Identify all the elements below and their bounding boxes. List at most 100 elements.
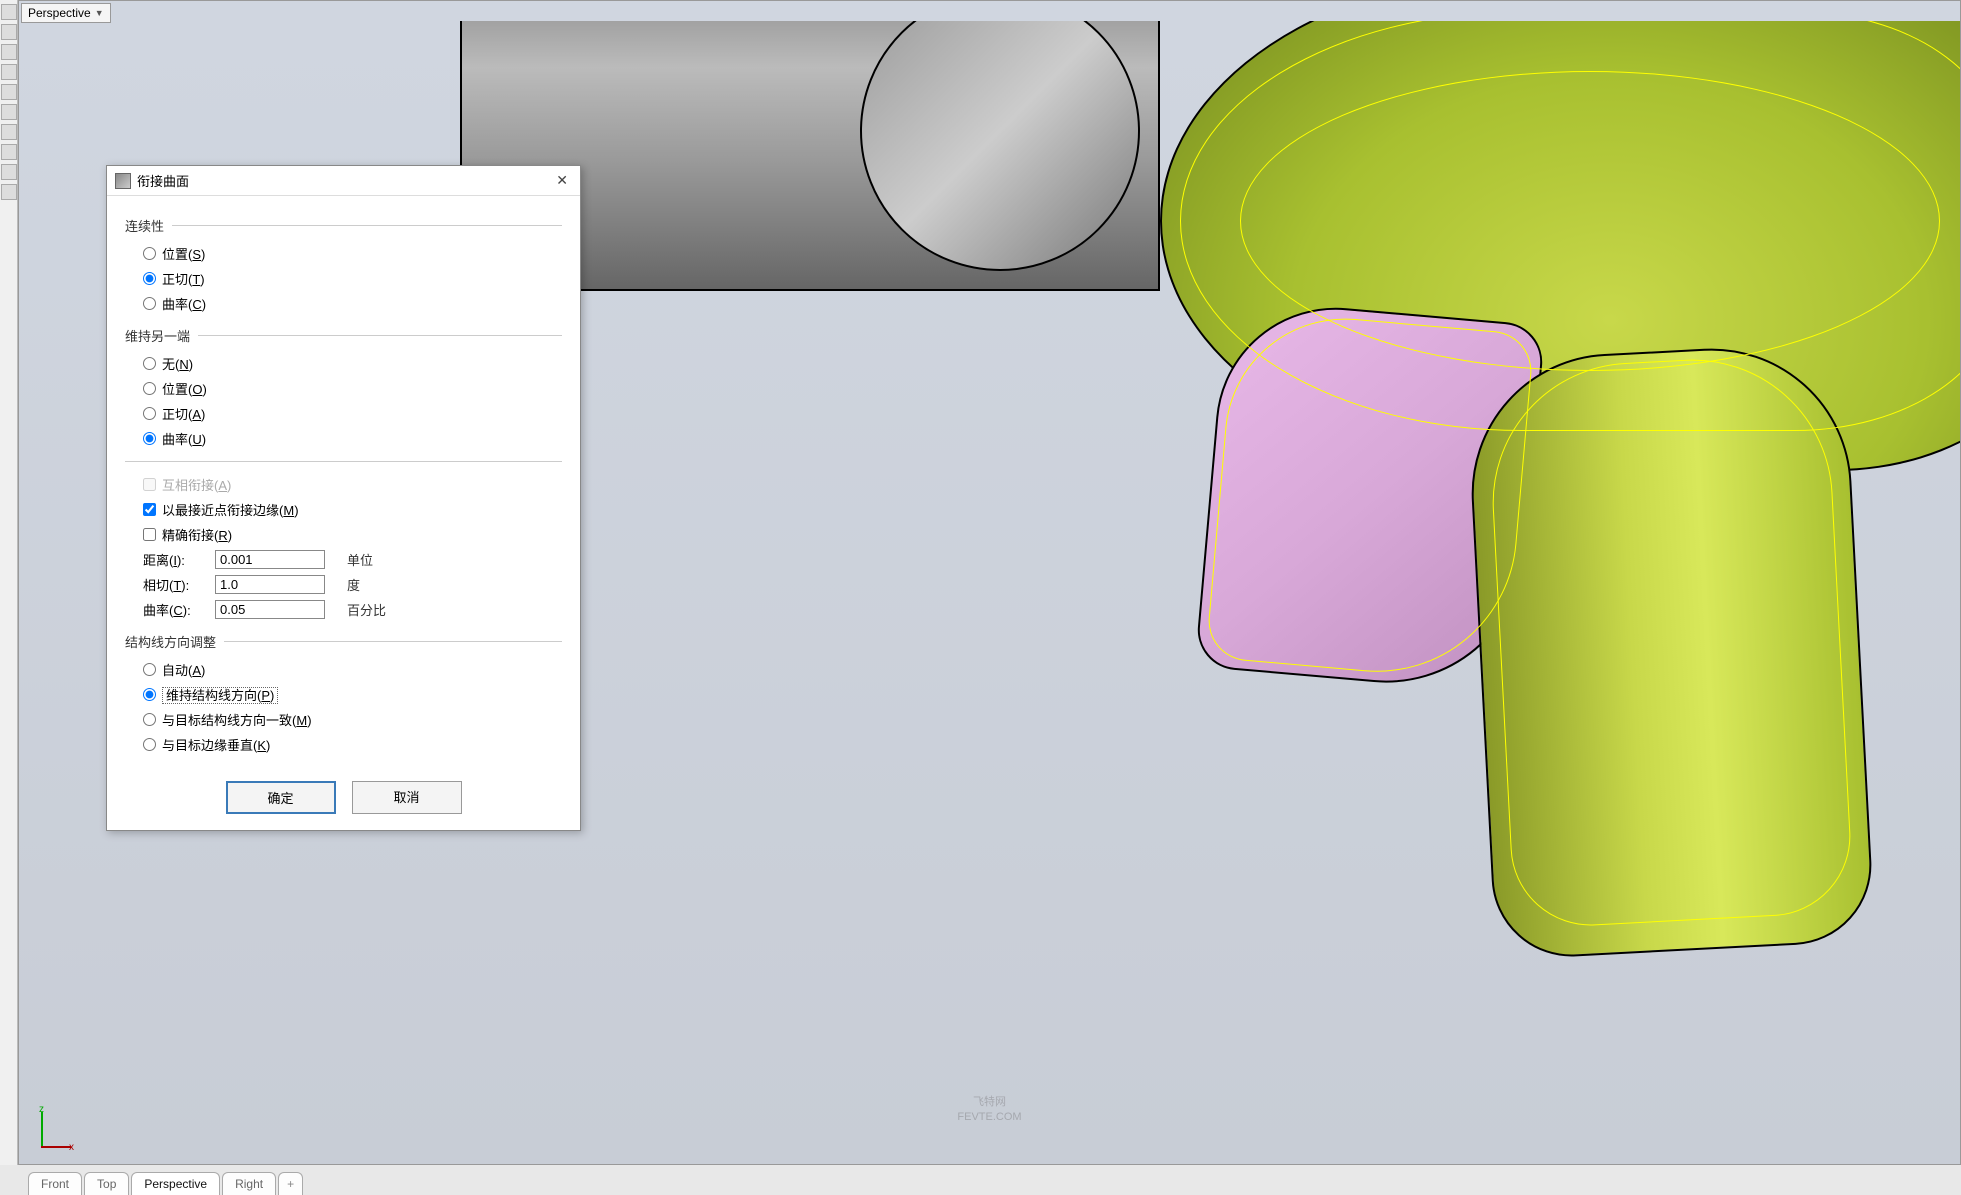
axis-z-label: z: [39, 1104, 44, 1115]
refine-match-row[interactable]: 精确衔接(R): [125, 522, 562, 547]
left-toolbar: [0, 0, 18, 1165]
preserve-position-row[interactable]: 位置(O): [125, 376, 562, 401]
viewport-title-label: Perspective: [28, 6, 91, 20]
curvature-input[interactable]: [215, 600, 325, 619]
isocurve-auto-label[interactable]: 自动(A): [162, 660, 205, 679]
preserve-none-label[interactable]: 无(N): [162, 354, 193, 373]
preserve-header-label: 维持另一端: [125, 326, 190, 345]
isocurve-auto-row[interactable]: 自动(A): [125, 657, 562, 682]
divider: [198, 335, 562, 336]
tab-right[interactable]: Right: [222, 1172, 276, 1195]
viewport-title-tab[interactable]: Perspective ▼: [21, 3, 111, 23]
divider: [224, 641, 562, 642]
axis-x-label: x: [69, 1142, 74, 1153]
dialog-title-text: 衔接曲面: [137, 171, 189, 190]
continuity-header-label: 连续性: [125, 216, 164, 235]
distance-input[interactable]: [215, 550, 325, 569]
closest-points-row[interactable]: 以最接近点衔接边缘(M): [125, 497, 562, 522]
divider: [125, 461, 562, 462]
continuity-tangent-row[interactable]: 正切(T): [125, 266, 562, 291]
axis-widget: z x: [29, 1104, 79, 1154]
dialog-icon: [115, 173, 131, 189]
tangent-row: 相切(T): 度: [125, 572, 562, 597]
isocurve-match-row[interactable]: 与目标结构线方向一致(M): [125, 707, 562, 732]
tool-icon[interactable]: [1, 84, 17, 100]
axis-x-line: [41, 1146, 71, 1148]
preserve-curvature-radio[interactable]: [143, 432, 156, 445]
tangent-label: 相切(T):: [143, 575, 203, 594]
continuity-curvature-row[interactable]: 曲率(C): [125, 291, 562, 316]
continuity-position-radio[interactable]: [143, 247, 156, 260]
continuity-curvature-label[interactable]: 曲率(C): [162, 294, 206, 313]
average-surfaces-label: 互相衔接(A): [162, 475, 231, 494]
preserve-curvature-label[interactable]: 曲率(U): [162, 429, 206, 448]
tab-perspective[interactable]: Perspective: [131, 1172, 220, 1195]
isocurve-perp-row[interactable]: 与目标边缘垂直(K): [125, 732, 562, 757]
tool-icon[interactable]: [1, 164, 17, 180]
dialog-body: 连续性 位置(S) 正切(T) 曲率(C) 维持另一端 无(N) 位置(O): [107, 196, 580, 830]
close-icon[interactable]: ✕: [552, 172, 572, 189]
preserve-position-radio[interactable]: [143, 382, 156, 395]
distance-row: 距离(I): 单位: [125, 547, 562, 572]
drill-model: [460, 21, 1960, 871]
distance-label: 距离(I):: [143, 550, 203, 569]
continuity-position-label[interactable]: 位置(S): [162, 244, 205, 263]
tool-icon[interactable]: [1, 144, 17, 160]
isocurve-header: 结构线方向调整: [125, 632, 562, 651]
tool-icon[interactable]: [1, 44, 17, 60]
closest-points-checkbox[interactable]: [143, 503, 156, 516]
tool-icon[interactable]: [1, 4, 17, 20]
axis-z-line: [41, 1112, 43, 1146]
dialog-buttons: 确定 取消: [125, 781, 562, 814]
refine-match-checkbox[interactable]: [143, 528, 156, 541]
continuity-tangent-radio[interactable]: [143, 272, 156, 285]
tool-icon[interactable]: [1, 104, 17, 120]
preserve-none-radio[interactable]: [143, 357, 156, 370]
curvature-label: 曲率(C):: [143, 600, 203, 619]
distance-unit: 单位: [347, 550, 373, 569]
average-surfaces-row: 互相衔接(A): [125, 472, 562, 497]
drill-handle: [1465, 341, 1876, 960]
tool-icon[interactable]: [1, 64, 17, 80]
cancel-button[interactable]: 取消: [352, 781, 462, 814]
continuity-header: 连续性: [125, 216, 562, 235]
continuity-curvature-radio[interactable]: [143, 297, 156, 310]
tool-icon[interactable]: [1, 184, 17, 200]
preserve-tangent-radio[interactable]: [143, 407, 156, 420]
isocurve-match-label[interactable]: 与目标结构线方向一致(M): [162, 710, 312, 729]
ok-button[interactable]: 确定: [226, 781, 336, 814]
isocurve-preserve-radio[interactable]: [143, 688, 156, 701]
preserve-curvature-row[interactable]: 曲率(U): [125, 426, 562, 451]
preserve-header: 维持另一端: [125, 326, 562, 345]
divider: [172, 225, 562, 226]
tangent-input[interactable]: [215, 575, 325, 594]
isocurve-perp-label[interactable]: 与目标边缘垂直(K): [162, 735, 270, 754]
preserve-position-label[interactable]: 位置(O): [162, 379, 207, 398]
preserve-none-row[interactable]: 无(N): [125, 351, 562, 376]
tab-top[interactable]: Top: [84, 1172, 129, 1195]
tool-icon[interactable]: [1, 124, 17, 140]
isocurve-header-label: 结构线方向调整: [125, 632, 216, 651]
dialog-titlebar[interactable]: 衔接曲面 ✕: [107, 166, 580, 196]
chevron-down-icon: ▼: [95, 8, 104, 18]
preserve-tangent-row[interactable]: 正切(A): [125, 401, 562, 426]
isocurve-preserve-label[interactable]: 维持结构线方向(P): [162, 685, 278, 704]
match-surface-dialog: 衔接曲面 ✕ 连续性 位置(S) 正切(T) 曲率(C) 维持另一端 无(N): [106, 165, 581, 831]
isocurve-perp-radio[interactable]: [143, 738, 156, 751]
average-surfaces-checkbox: [143, 478, 156, 491]
isocurve-preserve-row[interactable]: 维持结构线方向(P): [125, 682, 562, 707]
closest-points-label[interactable]: 以最接近点衔接边缘(M): [162, 500, 299, 519]
continuity-position-row[interactable]: 位置(S): [125, 241, 562, 266]
isocurve-auto-radio[interactable]: [143, 663, 156, 676]
refine-match-label[interactable]: 精确衔接(R): [162, 525, 232, 544]
curvature-unit: 百分比: [347, 600, 386, 619]
curvature-row: 曲率(C): 百分比: [125, 597, 562, 622]
continuity-tangent-label[interactable]: 正切(T): [162, 269, 205, 288]
tab-more-icon[interactable]: +: [278, 1172, 303, 1195]
tool-icon[interactable]: [1, 24, 17, 40]
isocurve-match-radio[interactable]: [143, 713, 156, 726]
viewport-tabs: Front Top Perspective Right +: [18, 1167, 303, 1195]
tab-front[interactable]: Front: [28, 1172, 82, 1195]
preserve-tangent-label[interactable]: 正切(A): [162, 404, 205, 423]
tangent-unit: 度: [347, 575, 360, 594]
